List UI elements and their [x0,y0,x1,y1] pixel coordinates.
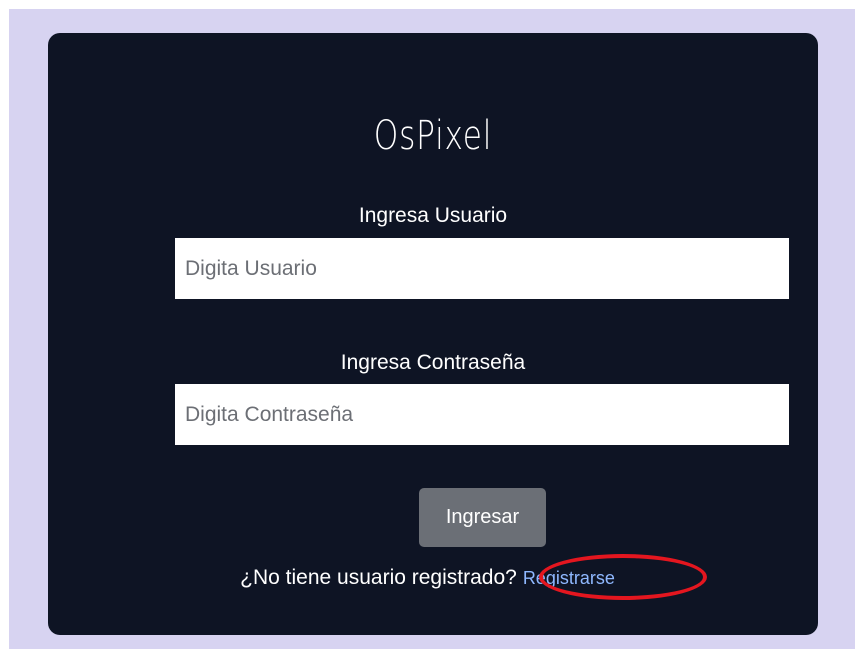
password-input[interactable] [175,384,789,445]
brand-title: OsPixel [373,113,493,159]
register-prompt: ¿No tiene usuario registrado? Registrarse [0,566,855,590]
username-label: Ingresa Usuario [358,204,508,227]
login-button[interactable]: Ingresar [419,488,546,547]
register-prompt-text: ¿No tiene usuario registrado? [240,566,517,589]
register-link[interactable]: Registrarse [523,568,615,588]
password-label: Ingresa Contraseña [340,351,526,374]
login-card: OsPixel Ingresa Usuario Ingresa Contrase… [48,33,818,635]
username-input[interactable] [175,238,789,299]
